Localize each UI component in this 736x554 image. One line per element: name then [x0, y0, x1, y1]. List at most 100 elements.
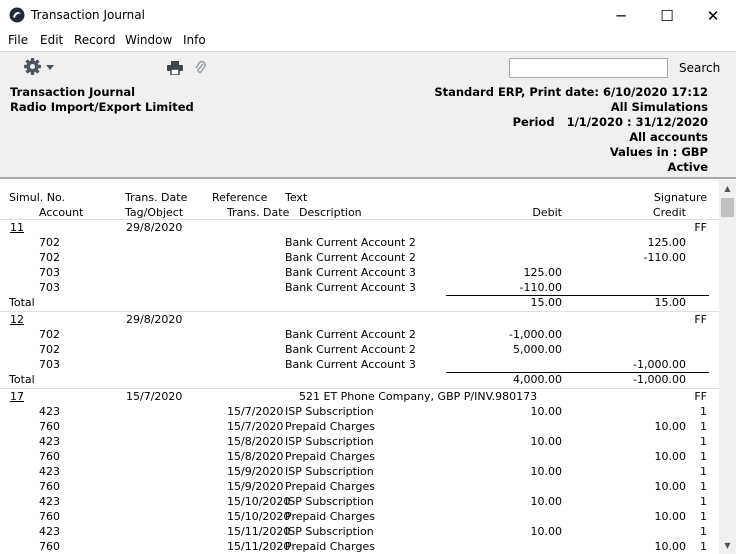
report-title: Transaction Journal [10, 85, 136, 99]
row-description: ISP Subscription [285, 465, 374, 478]
menu-edit[interactable]: Edit [40, 33, 63, 47]
row-quantity: 1 [700, 495, 707, 508]
currency-info: Values in : GBP [609, 145, 708, 159]
row-credit: 10.00 [654, 540, 687, 553]
minimize-icon: ─ [616, 6, 626, 25]
col-simul-no: Simul. No. [9, 191, 66, 204]
transaction-text: 521 ET Phone Company, GBP P/INV.980173 [299, 390, 538, 403]
paperclip-icon[interactable] [195, 60, 207, 76]
print-info: Standard ERP, Print date: 6/10/2020 17:1… [434, 85, 708, 99]
total-label: Total [9, 373, 35, 386]
company-name: Radio Import/Export Limited [10, 100, 194, 114]
accounts-filter: All accounts [629, 130, 708, 144]
col-account: Account [39, 206, 84, 219]
row-description: ISP Subscription [285, 435, 374, 448]
menu-record[interactable]: Record [74, 33, 115, 47]
row-description: Prepaid Charges [285, 450, 375, 463]
row-account: 760 [39, 450, 60, 463]
close-button[interactable]: ✕ [690, 0, 736, 31]
row-description: Prepaid Charges [285, 540, 375, 553]
row-separator [0, 311, 719, 312]
scroll-thumb[interactable] [721, 198, 734, 217]
menu-bar: File Edit Record Window Info [0, 31, 736, 51]
row-trans-date: 15/7/2020 [227, 405, 284, 418]
row-debit: 10.00 [530, 525, 563, 538]
row-quantity: 1 [700, 435, 707, 448]
minimize-button[interactable]: ─ [598, 0, 644, 31]
search-input[interactable] [509, 58, 668, 78]
row-description: ISP Subscription [285, 525, 374, 538]
row-credit: -1,000.00 [633, 358, 686, 371]
simulations-filter: All Simulations [610, 100, 708, 114]
col-signature: Signature [653, 191, 707, 204]
row-account: 760 [39, 540, 60, 553]
col-debit: Debit [532, 206, 562, 219]
row-separator [0, 219, 719, 220]
transaction-number-link[interactable]: 17 [10, 390, 24, 403]
row-quantity: 1 [700, 510, 707, 523]
chevron-down-icon [46, 65, 54, 70]
row-debit: -110.00 [519, 281, 562, 294]
transaction-number-link[interactable]: 12 [10, 313, 24, 326]
row-debit: 10.00 [530, 435, 563, 448]
close-icon: ✕ [706, 6, 720, 25]
row-quantity: 1 [700, 450, 707, 463]
gear-icon [24, 58, 41, 75]
title-bar: Transaction Journal ─ ☐ ✕ [0, 0, 736, 32]
row-description: ISP Subscription [285, 405, 374, 418]
row-account: 423 [39, 465, 60, 478]
vertical-scrollbar[interactable]: ▲ ▼ [719, 180, 736, 554]
search-button[interactable]: Search [679, 61, 720, 75]
col-reference: Reference [212, 191, 268, 204]
row-trans-date: 15/8/2020 [227, 435, 284, 448]
menu-file[interactable]: File [8, 33, 28, 47]
row-account: 702 [39, 236, 60, 249]
row-trans-date: 15/9/2020 [227, 480, 284, 493]
row-debit: 10.00 [530, 495, 563, 508]
row-account: 703 [39, 358, 60, 371]
row-quantity: 1 [700, 405, 707, 418]
row-description: Bank Current Account 2 [285, 343, 416, 356]
row-description: Bank Current Account 3 [285, 358, 416, 371]
row-account: 423 [39, 405, 60, 418]
row-account: 760 [39, 510, 60, 523]
row-trans-date: 15/9/2020 [227, 465, 284, 478]
row-account: 423 [39, 525, 60, 538]
row-account: 760 [39, 420, 60, 433]
row-account: 703 [39, 266, 60, 279]
row-description: Bank Current Account 2 [285, 251, 416, 264]
col-credit: Credit [652, 206, 686, 219]
signature: FF [694, 390, 707, 403]
row-account: 702 [39, 328, 60, 341]
report-header: Transaction Journal Radio Import/Export … [0, 84, 736, 179]
row-credit: 125.00 [647, 236, 687, 249]
settings-button[interactable] [24, 58, 56, 76]
row-credit: 10.00 [654, 450, 687, 463]
menu-info[interactable]: Info [183, 33, 206, 47]
printer-icon[interactable] [167, 61, 183, 75]
transaction-date: 29/8/2020 [126, 221, 183, 234]
row-quantity: 1 [700, 465, 707, 478]
transaction-date: 29/8/2020 [126, 313, 183, 326]
row-description: Bank Current Account 3 [285, 266, 416, 279]
row-account: 702 [39, 343, 60, 356]
scroll-up-button[interactable]: ▲ [719, 180, 736, 197]
row-trans-date: 15/11/2020 [227, 525, 291, 538]
row-trans-date: 15/8/2020 [227, 450, 284, 463]
toolbar: Search [0, 51, 736, 85]
scroll-down-button[interactable]: ▼ [719, 537, 736, 554]
col-trans-date: Trans. Date [125, 191, 188, 204]
report-body[interactable]: Simul. No. Trans. Date Reference Text Si… [0, 180, 719, 554]
row-description: ISP Subscription [285, 495, 374, 508]
row-trans-date: 15/7/2020 [227, 420, 284, 433]
row-debit: 10.00 [530, 405, 563, 418]
row-account: 760 [39, 480, 60, 493]
maximize-icon: ☐ [660, 6, 674, 25]
transaction-number-link[interactable]: 11 [10, 221, 24, 234]
menu-window[interactable]: Window [125, 33, 172, 47]
app-globe-icon[interactable] [9, 7, 25, 23]
transaction-date: 15/7/2020 [126, 390, 183, 403]
signature: FF [694, 313, 707, 326]
maximize-button[interactable]: ☐ [644, 0, 690, 31]
period-range: Period 1/1/2020 : 31/12/2020 [512, 115, 708, 129]
